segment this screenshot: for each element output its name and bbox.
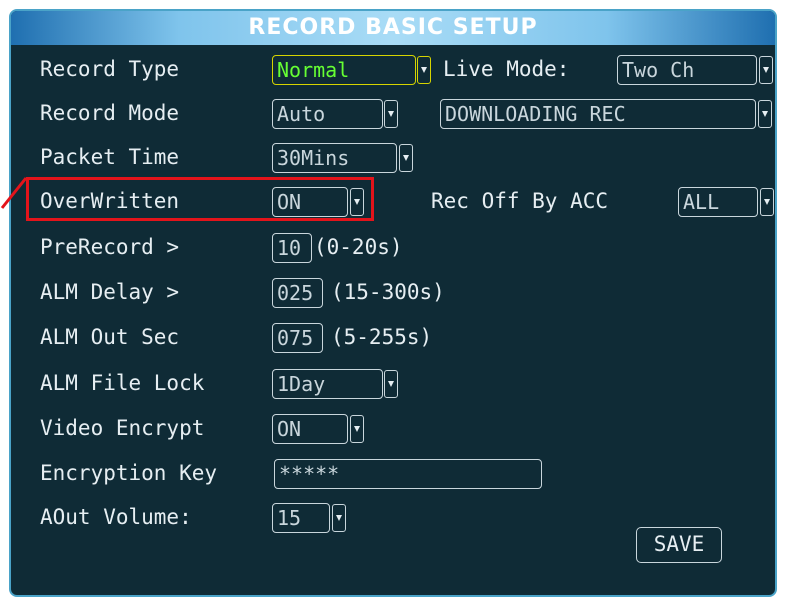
record-type-label: Record Type xyxy=(40,57,180,81)
alm-file-lock-label: ALM File Lock xyxy=(40,371,205,395)
alm-delay-range-hint: (15-300s) xyxy=(331,280,445,304)
packet-time-select[interactable]: 30Mins xyxy=(272,143,397,173)
alm-out-sec-range-hint: (5-255s) xyxy=(331,325,433,349)
video-encrypt-label: Video Encrypt xyxy=(40,416,205,440)
aout-volume-select[interactable]: 15 xyxy=(272,503,330,533)
record-mode-dropdown-arrow[interactable] xyxy=(384,100,398,128)
alm-file-lock-select[interactable]: 1Day xyxy=(272,369,383,399)
live-mode-dropdown-arrow[interactable] xyxy=(759,56,773,84)
downloading-dropdown-arrow[interactable] xyxy=(758,100,772,128)
rec-off-by-acc-dropdown-arrow[interactable] xyxy=(760,188,774,216)
alm-delay-label[interactable]: ALM Delay > xyxy=(40,280,179,304)
live-mode-select[interactable]: Two Ch xyxy=(617,55,757,85)
record-mode-select[interactable]: Auto xyxy=(272,99,383,129)
encryption-key-input[interactable]: ***** xyxy=(274,459,542,489)
prerecord-range-hint: (0-20s) xyxy=(314,235,403,259)
record-type-dropdown-arrow[interactable] xyxy=(417,56,431,84)
annotation-highlight-box xyxy=(26,177,374,221)
save-button[interactable]: SAVE xyxy=(636,527,722,563)
rec-off-by-acc-label: Rec Off By ACC xyxy=(431,189,609,213)
prerecord-input[interactable]: 10 xyxy=(272,233,312,263)
rec-off-by-acc-select[interactable]: ALL xyxy=(678,187,758,217)
aout-volume-dropdown-arrow[interactable] xyxy=(332,504,346,532)
alm-delay-input[interactable]: 025 xyxy=(272,278,323,308)
alm-out-sec-label: ALM Out Sec xyxy=(40,325,180,349)
alm-file-lock-dropdown-arrow[interactable] xyxy=(384,370,398,398)
annotation-arrow-icon xyxy=(0,177,28,209)
packet-time-label: Packet Time xyxy=(40,145,180,169)
record-mode-label: Record Mode xyxy=(40,101,180,125)
encryption-key-label: Encryption Key xyxy=(40,461,218,485)
page-title: RECORD BASIC SETUP xyxy=(248,15,538,40)
video-encrypt-dropdown-arrow[interactable] xyxy=(350,415,364,443)
alm-out-sec-input[interactable]: 075 xyxy=(272,323,323,353)
record-type-select[interactable]: Normal xyxy=(272,55,416,85)
prerecord-label[interactable]: PreRecord > xyxy=(40,235,179,259)
packet-time-dropdown-arrow[interactable] xyxy=(399,144,413,172)
downloading-select[interactable]: DOWNLOADING REC xyxy=(440,99,756,129)
live-mode-label: Live Mode: xyxy=(443,57,570,81)
aout-volume-label: AOut Volume: xyxy=(40,505,192,529)
video-encrypt-select[interactable]: ON xyxy=(272,414,348,444)
